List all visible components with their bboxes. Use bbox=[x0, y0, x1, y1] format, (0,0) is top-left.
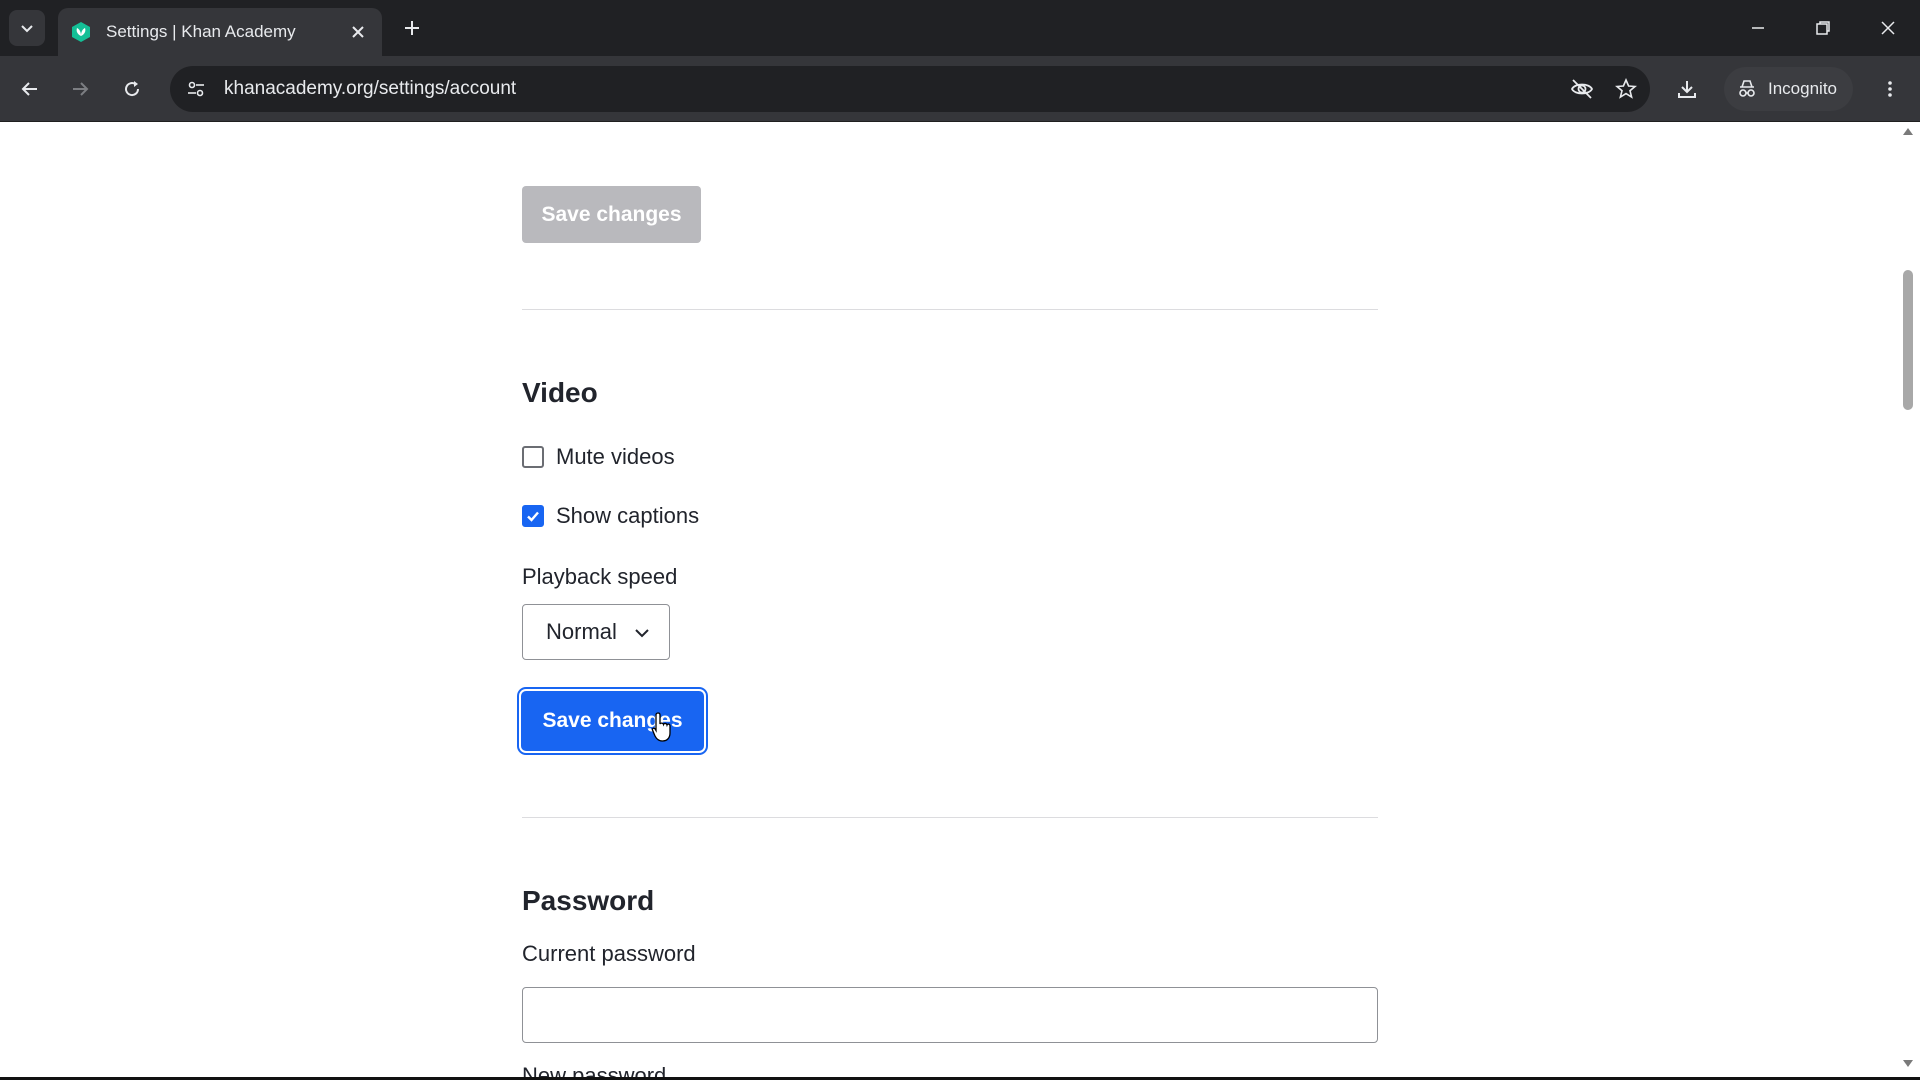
playback-speed-label: Playback speed bbox=[522, 564, 678, 589]
show-captions-checkbox[interactable] bbox=[522, 505, 544, 527]
save-changes-button[interactable]: Save changes bbox=[521, 691, 704, 751]
section-divider bbox=[522, 309, 1378, 310]
playback-speed-select[interactable]: Normal bbox=[522, 604, 670, 660]
forward-button[interactable] bbox=[60, 69, 100, 109]
restore-button[interactable] bbox=[1803, 8, 1843, 48]
browser-menu-button[interactable] bbox=[1870, 69, 1910, 109]
arrow-left-icon bbox=[21, 82, 37, 96]
new-tab-button[interactable] bbox=[396, 12, 428, 44]
address-bar[interactable]: khanacademy.org/settings/account bbox=[170, 66, 1650, 112]
mute-videos-row[interactable]: Mute videos bbox=[522, 444, 675, 470]
mute-videos-label[interactable]: Mute videos bbox=[556, 444, 675, 470]
restore-icon bbox=[1816, 21, 1830, 35]
downloads-button[interactable] bbox=[1667, 69, 1707, 109]
back-button[interactable] bbox=[10, 69, 50, 109]
tab-close-button[interactable] bbox=[344, 18, 372, 46]
settings-page: Save changes Video Mute videos Show capt… bbox=[0, 123, 1906, 1080]
show-captions-label[interactable]: Show captions bbox=[556, 503, 699, 529]
save-changes-button-disabled[interactable]: Save changes bbox=[522, 186, 701, 243]
chevron-down-icon bbox=[635, 629, 649, 638]
playback-speed-value: Normal bbox=[546, 619, 617, 644]
checkmark-icon bbox=[527, 511, 539, 522]
mute-videos-checkbox[interactable] bbox=[522, 446, 544, 468]
tracking-protection-button[interactable] bbox=[1562, 69, 1602, 109]
scrollbar-thumb[interactable] bbox=[1903, 270, 1913, 410]
reload-icon bbox=[125, 81, 140, 97]
close-window-button[interactable] bbox=[1868, 8, 1908, 48]
close-icon bbox=[352, 26, 364, 38]
password-section-heading: Password bbox=[522, 885, 655, 916]
show-captions-row[interactable]: Show captions bbox=[522, 503, 699, 529]
star-icon bbox=[1615, 78, 1637, 99]
browser-tabstrip: Settings | Khan Academy bbox=[0, 0, 1920, 56]
current-password-input[interactable] bbox=[522, 987, 1378, 1043]
scroll-up-arrow[interactable] bbox=[1903, 128, 1913, 135]
video-section-heading: Video bbox=[522, 377, 598, 408]
kebab-menu-icon bbox=[1888, 81, 1892, 97]
chevron-down-icon bbox=[21, 25, 33, 33]
incognito-icon bbox=[1739, 80, 1755, 97]
download-icon bbox=[1678, 81, 1696, 98]
khan-academy-leaf-icon bbox=[70, 21, 92, 43]
browser-toolbar: khanacademy.org/settings/account Incogni… bbox=[0, 56, 1920, 122]
tune-icon bbox=[188, 81, 204, 97]
tab-title: Settings | Khan Academy bbox=[106, 22, 296, 41]
incognito-label: Incognito bbox=[1768, 79, 1837, 98]
site-info-button[interactable] bbox=[178, 71, 214, 107]
minimize-button[interactable] bbox=[1738, 8, 1778, 48]
section-divider bbox=[522, 817, 1378, 818]
close-icon bbox=[1881, 21, 1895, 35]
page-scrollbar[interactable] bbox=[1906, 123, 1920, 1080]
scroll-down-arrow[interactable] bbox=[1903, 1060, 1913, 1067]
minimize-icon bbox=[1752, 27, 1764, 29]
eye-off-icon bbox=[1570, 79, 1594, 99]
browser-tab[interactable]: Settings | Khan Academy bbox=[58, 8, 382, 56]
reload-button[interactable] bbox=[112, 69, 152, 109]
hand-cursor-icon bbox=[651, 712, 671, 742]
current-password-label: Current password bbox=[522, 941, 696, 966]
incognito-chip[interactable]: Incognito bbox=[1724, 67, 1853, 111]
plus-icon bbox=[405, 21, 419, 35]
tab-search-button[interactable] bbox=[9, 10, 45, 46]
arrow-right-icon bbox=[73, 82, 89, 96]
url-text[interactable]: khanacademy.org/settings/account bbox=[224, 78, 1562, 100]
bookmark-button[interactable] bbox=[1606, 69, 1646, 109]
